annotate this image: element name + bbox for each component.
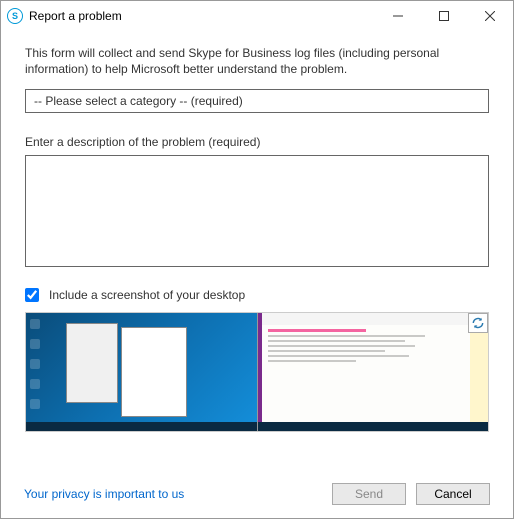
privacy-link[interactable]: Your privacy is important to us (24, 487, 184, 501)
monitor-2-thumb (257, 313, 489, 431)
skype-business-icon: S (7, 8, 23, 24)
cancel-button[interactable]: Cancel (416, 483, 490, 505)
send-button[interactable]: Send (332, 483, 406, 505)
include-screenshot-checkbox[interactable] (25, 288, 39, 302)
category-select[interactable]: -- Please select a category -- (required… (25, 89, 489, 113)
window-controls (375, 1, 513, 31)
titlebar: S Report a problem (1, 1, 513, 31)
refresh-icon (468, 313, 488, 333)
maximize-button[interactable] (421, 1, 467, 31)
dialog-content: This form will collect and send Skype fo… (1, 31, 513, 442)
dialog-footer: Your privacy is important to us Send Can… (24, 483, 490, 505)
screenshot-preview (25, 312, 489, 432)
window-title: Report a problem (29, 9, 122, 23)
minimize-button[interactable] (375, 1, 421, 31)
description-label: Enter a description of the problem (requ… (25, 135, 489, 149)
monitor-1-thumb (26, 313, 257, 431)
intro-text: This form will collect and send Skype fo… (25, 45, 489, 77)
close-button[interactable] (467, 1, 513, 31)
description-input[interactable] (25, 155, 489, 267)
include-screenshot-label[interactable]: Include a screenshot of your desktop (49, 288, 245, 302)
